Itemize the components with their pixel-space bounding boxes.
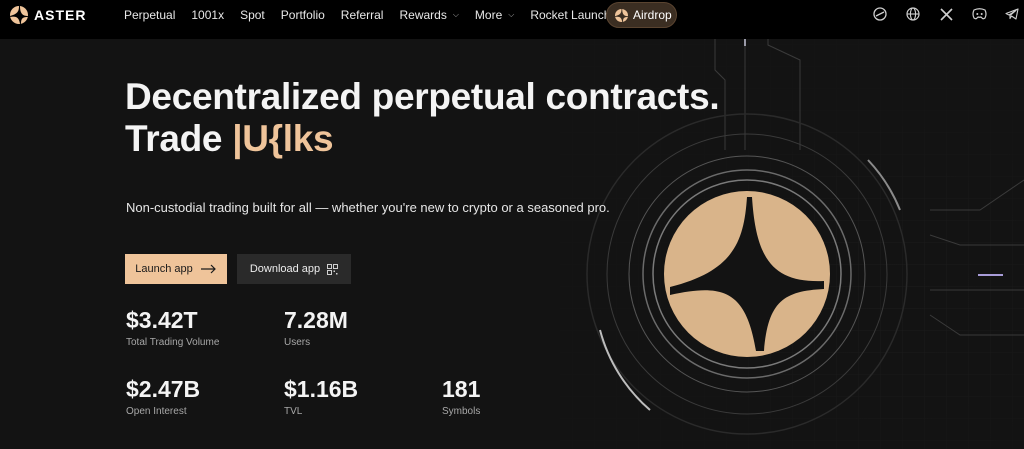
top-navigation-bar: ASTER Perpetual 1001x Spot Portfolio Ref… bbox=[0, 0, 1024, 39]
support-icon[interactable] bbox=[872, 6, 888, 22]
stat-value: $2.47B bbox=[126, 376, 201, 402]
nav-label: Rocket Launch bbox=[530, 8, 611, 22]
stat-tvl: $1.16B TVL bbox=[284, 376, 358, 417]
stat-total-trading-volume: $3.42T Total Trading Volume bbox=[126, 307, 219, 348]
hero-subtitle: Non-custodial trading built for all — wh… bbox=[126, 200, 610, 215]
chevron-down-icon: ⌵ bbox=[452, 10, 459, 19]
nav-label: Spot bbox=[240, 8, 265, 22]
stat-label: Symbols bbox=[442, 406, 481, 417]
nav-label: Rewards bbox=[399, 8, 447, 22]
main-nav: Perpetual 1001x Spot Portfolio Referral … bbox=[124, 8, 638, 22]
aster-emblem bbox=[664, 191, 830, 357]
nav-item-referral[interactable]: Referral bbox=[341, 8, 384, 22]
hero-title: Decentralized perpetual contracts. Trade… bbox=[125, 76, 720, 160]
stat-value: $3.42T bbox=[126, 307, 198, 333]
nav-item-perpetual[interactable]: Perpetual bbox=[124, 8, 175, 22]
stat-value: $1.16B bbox=[284, 376, 359, 402]
x-icon[interactable] bbox=[938, 6, 954, 22]
nav-label: More bbox=[474, 8, 503, 22]
stat-label: Users bbox=[284, 337, 311, 348]
stat-label: TVL bbox=[284, 406, 303, 417]
hero-title-animated-word: |U{lks bbox=[232, 118, 334, 159]
airdrop-button[interactable]: Airdrop bbox=[606, 2, 677, 28]
download-app-button[interactable]: Download app bbox=[237, 254, 351, 284]
brand-logo[interactable]: ASTER bbox=[10, 6, 86, 24]
nav-item-more[interactable]: More ⌵ bbox=[475, 8, 514, 22]
globe-icon[interactable] bbox=[905, 6, 921, 22]
aster-logo-icon bbox=[10, 6, 28, 24]
stat-symbols: 181 Symbols bbox=[442, 376, 480, 417]
hero-title-line2-prefix: Trade bbox=[125, 118, 233, 159]
nav-label: Referral bbox=[340, 8, 384, 22]
stat-label: Open Interest bbox=[126, 406, 187, 417]
nav-item-rewards[interactable]: Rewards ⌵ bbox=[399, 8, 458, 22]
brand-name: ASTER bbox=[34, 7, 87, 23]
stat-value: 181 bbox=[442, 376, 481, 402]
airdrop-label: Airdrop bbox=[633, 8, 672, 22]
nav-item-1001x[interactable]: 1001x bbox=[191, 8, 224, 22]
stat-label: Total Trading Volume bbox=[126, 337, 220, 348]
stat-open-interest: $2.47B Open Interest bbox=[126, 376, 200, 417]
nav-label: Perpetual bbox=[124, 8, 176, 22]
launch-app-button[interactable]: Launch app bbox=[125, 254, 227, 284]
download-app-label: Download app bbox=[249, 263, 321, 275]
stat-users: 7.28M Users bbox=[284, 307, 348, 348]
discord-icon[interactable] bbox=[971, 6, 987, 22]
qr-code-icon bbox=[327, 263, 339, 275]
nav-item-spot[interactable]: Spot bbox=[240, 8, 265, 22]
chevron-down-icon: ⌵ bbox=[508, 10, 515, 19]
social-links bbox=[855, 6, 1020, 22]
nav-label: 1001x bbox=[191, 8, 225, 22]
nav-item-portfolio[interactable]: Portfolio bbox=[281, 8, 325, 22]
aster-coin-icon bbox=[615, 8, 628, 22]
launch-app-label: Launch app bbox=[135, 263, 193, 275]
nav-label: Portfolio bbox=[280, 8, 325, 22]
telegram-icon[interactable] bbox=[1004, 6, 1020, 22]
hero-title-line1: Decentralized perpetual contracts. bbox=[125, 76, 720, 117]
stat-value: 7.28M bbox=[284, 307, 348, 333]
arrow-right-icon bbox=[200, 264, 216, 274]
